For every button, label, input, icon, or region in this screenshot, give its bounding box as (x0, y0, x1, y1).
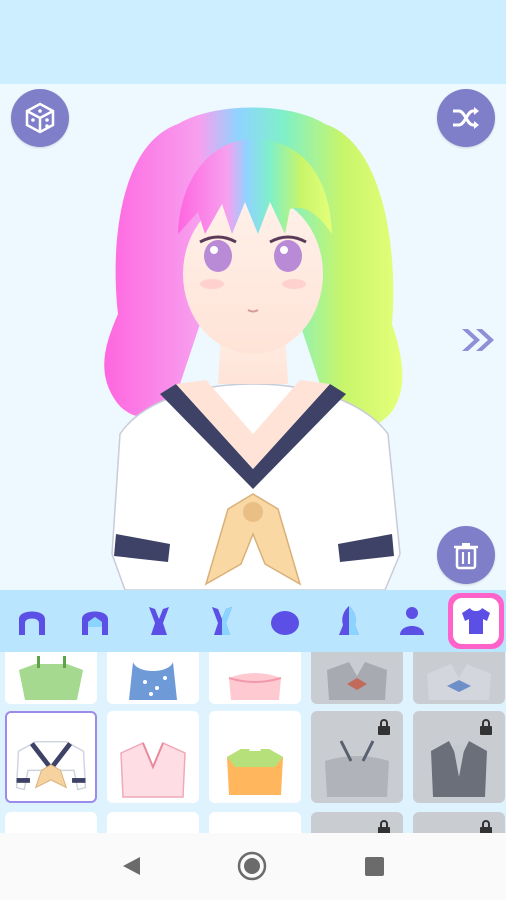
home-circle-icon[interactable] (237, 851, 267, 881)
bunny-ears-icon (149, 607, 169, 635)
item-thumbnail (15, 740, 87, 791)
item-orange-frill-top[interactable] (209, 711, 301, 803)
tab-hat[interactable] (257, 593, 313, 649)
item-pink-kimono-top[interactable] (107, 711, 199, 803)
character-illustration (104, 107, 403, 590)
hair-color-icon (339, 606, 359, 635)
item-thumbnail (228, 673, 282, 700)
shirt-icon (462, 608, 490, 634)
lock-icon (378, 719, 390, 735)
character-preview (0, 84, 506, 590)
hat-icon (271, 611, 299, 635)
lock-icon (480, 820, 492, 833)
item-green-top[interactable] (5, 652, 97, 704)
item-partial[interactable] (107, 812, 199, 833)
item-thumbnail (327, 662, 387, 700)
item-thumbnail (19, 656, 83, 700)
delete-button[interactable] (437, 526, 495, 584)
body-icon (400, 607, 424, 635)
tab-body[interactable] (384, 593, 440, 649)
item-partial[interactable] (5, 812, 97, 833)
recent-apps-square-icon[interactable] (365, 857, 384, 876)
dice-icon (25, 102, 55, 134)
item-pink-ruffle-top[interactable] (209, 652, 301, 704)
item-partial[interactable] (209, 812, 301, 833)
bunny-ears-alt-icon (212, 607, 232, 635)
item-thumbnail (227, 739, 283, 795)
tab-front-hair[interactable] (67, 593, 123, 649)
tab-back-hair[interactable] (4, 593, 60, 649)
randomize-button[interactable] (11, 89, 69, 147)
lock-icon (480, 719, 492, 735)
shuffle-icon (453, 107, 479, 129)
trash-icon (454, 543, 478, 570)
status-area (0, 0, 506, 84)
back-triangle-icon[interactable] (120, 855, 142, 877)
item-grey-blouse-bow[interactable] (311, 652, 403, 704)
item-sailor-uniform[interactable] (5, 711, 97, 803)
item-thumbnail (427, 664, 491, 700)
item-grid (0, 652, 506, 833)
back-hair-icon (19, 611, 45, 635)
double-chevron-right-icon[interactable] (458, 325, 498, 355)
item-thumbnail (120, 741, 186, 798)
tab-tops[interactable] (448, 593, 504, 649)
tab-ears-alt[interactable] (194, 593, 250, 649)
tab-ears[interactable] (131, 593, 187, 649)
item-thumbnail (129, 662, 177, 700)
category-tab-bar (0, 590, 506, 652)
lock-icon (378, 820, 390, 833)
tab-hair-color[interactable] (321, 593, 377, 649)
front-hair-icon (82, 611, 108, 635)
item-blue-dot-dress[interactable] (107, 652, 199, 704)
item-blue-sailor-top[interactable] (413, 652, 505, 704)
tab-tops-inner (453, 598, 499, 644)
shuffle-button[interactable] (437, 89, 495, 147)
